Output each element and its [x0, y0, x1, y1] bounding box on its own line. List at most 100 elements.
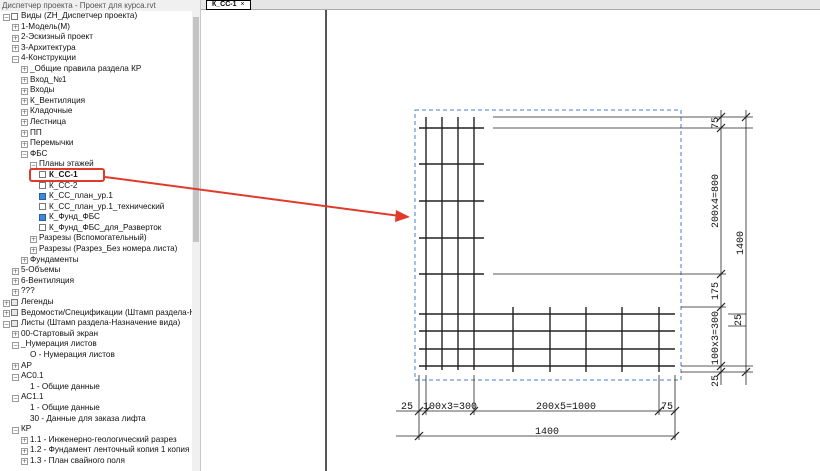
expand-icon[interactable]: +: [12, 288, 19, 296]
floor-plan-icon: [39, 192, 46, 200]
collapse-icon[interactable]: −: [12, 373, 19, 381]
highlight-box: [29, 168, 105, 182]
tree-item[interactable]: + Ведомости/Спецификации (Штамп раздела-Н…: [0, 308, 192, 319]
expand-icon[interactable]: +: [21, 66, 28, 74]
rebar-verticals-top: [425, 117, 475, 370]
collapse-icon[interactable]: −: [12, 426, 19, 434]
tree-item[interactable]: + АР: [0, 361, 192, 372]
tree-item[interactable]: К_Фунд_ФБС: [0, 212, 192, 223]
dim-bottom-total: 1400: [535, 427, 559, 438]
expand-icon[interactable]: +: [21, 108, 28, 116]
tree-item[interactable]: К_СС-2: [0, 181, 192, 192]
dim-bottom-200: 200х5=1000: [536, 402, 596, 413]
tree-item-label: Разрезы (Вспомогательный): [39, 233, 147, 243]
expand-icon[interactable]: +: [12, 267, 19, 275]
collapse-icon[interactable]: −: [12, 341, 19, 349]
crop-region[interactable]: [414, 109, 682, 381]
tree-item[interactable]: К_Фунд_ФБС_для_Разверток: [0, 223, 192, 234]
tree-item[interactable]: +1.1 - Инженерно-геологический разрез: [0, 435, 192, 446]
tree-item[interactable]: − АС1.1: [0, 392, 192, 403]
expand-icon[interactable]: +: [12, 363, 19, 371]
tree-item[interactable]: 1 - Общие данные: [0, 382, 192, 393]
tree-item[interactable]: + Вход_№1: [0, 75, 192, 86]
dim-bottom-100: 100х3=300: [423, 402, 477, 413]
tree-item[interactable]: +???: [0, 286, 192, 297]
tree-item[interactable]: + Разрезы (Разрез_Без номера листа): [0, 244, 192, 255]
tree-item[interactable]: +6-Вентиляция: [0, 276, 192, 287]
dim-right-175: 175: [711, 282, 722, 300]
browser-scrollbar-thumb[interactable]: [193, 17, 199, 242]
expand-icon[interactable]: +: [21, 257, 28, 265]
collapse-icon[interactable]: −: [3, 320, 10, 328]
drawing-canvas[interactable]: К_СС-1 × 75 200х4=800 1400 175 100х3=300…: [201, 0, 820, 471]
tree-item[interactable]: К_СС_план_ур.1_технический: [0, 202, 192, 213]
tree-item[interactable]: О - Нумерация листов: [0, 350, 192, 361]
tree-item[interactable]: − Листы (Штамп раздела-Назначение вида): [0, 318, 192, 329]
tree-item[interactable]: + Разрезы (Вспомогательный): [0, 233, 192, 244]
tree-item-label: К_Вентиляция: [30, 95, 86, 105]
tree-item[interactable]: 1 - Общие данные: [0, 403, 192, 414]
collapse-icon[interactable]: −: [3, 13, 10, 21]
expand-icon[interactable]: +: [30, 246, 37, 254]
tree-item[interactable]: +5-Объемы: [0, 265, 192, 276]
tree-item-label: 5-Объемы: [21, 265, 61, 275]
expand-icon[interactable]: +: [21, 458, 28, 466]
expand-icon[interactable]: +: [21, 447, 28, 455]
expand-icon[interactable]: +: [21, 119, 28, 127]
tree-item[interactable]: − АС0.1: [0, 371, 192, 382]
expand-icon[interactable]: +: [3, 299, 10, 307]
dim-right-mid: 200х4=800: [711, 174, 722, 228]
tree-item[interactable]: +1.3 - План свайного поля: [0, 456, 192, 467]
tree-item[interactable]: − ФБС: [0, 149, 192, 160]
expand-icon[interactable]: +: [21, 437, 28, 445]
browser-scrollbar[interactable]: [192, 11, 200, 471]
tree-item[interactable]: +2-Эскизный проект: [0, 32, 192, 43]
tree-item-label: ФБС: [30, 148, 48, 158]
expand-icon[interactable]: +: [12, 45, 19, 53]
expand-icon[interactable]: +: [12, 24, 19, 32]
expand-icon[interactable]: +: [12, 278, 19, 286]
tree-item[interactable]: + Лестница: [0, 117, 192, 128]
tree-item[interactable]: − _Нумерация листов: [0, 339, 192, 350]
tree-item-label: 4-Конструкции: [21, 53, 76, 63]
expand-icon[interactable]: +: [21, 77, 28, 85]
collapse-icon[interactable]: −: [12, 55, 19, 63]
expand-icon[interactable]: +: [12, 331, 19, 339]
expand-icon[interactable]: +: [30, 235, 37, 243]
tree-item-label: ???: [21, 286, 35, 296]
tree-item[interactable]: +1-Модель(М): [0, 22, 192, 33]
expand-icon[interactable]: +: [3, 310, 10, 318]
collapse-icon[interactable]: −: [21, 151, 28, 159]
tree-item-label: Кладочные: [30, 106, 73, 116]
tree-item[interactable]: − Виды (ZH_Диспетчер проекта): [0, 11, 192, 22]
tree-item[interactable]: + Легенды: [0, 297, 192, 308]
dim-right-25b: 25: [711, 375, 722, 387]
tree-item[interactable]: + Кладочные: [0, 106, 192, 117]
tree-item[interactable]: 30 - Данные для заказа лифта: [0, 414, 192, 425]
expand-icon[interactable]: +: [12, 34, 19, 42]
expand-icon[interactable]: +: [21, 98, 28, 106]
tree-item[interactable]: + _Общие правила раздела КР: [0, 64, 192, 75]
tree-item-label: АР: [21, 360, 32, 370]
tree-item[interactable]: − КР: [0, 424, 192, 435]
tree-item[interactable]: + К_Вентиляция: [0, 96, 192, 107]
collapse-icon[interactable]: −: [12, 394, 19, 402]
tree-item[interactable]: + ПП: [0, 128, 192, 139]
tree-item-label: 3-Архитектура: [21, 42, 76, 52]
expand-icon[interactable]: +: [21, 87, 28, 95]
tree-item-label: Фундаменты: [30, 254, 79, 264]
tree-item[interactable]: + Входы: [0, 85, 192, 96]
tree-item[interactable]: + Перемычки: [0, 138, 192, 149]
dim-bottom-75: 75: [661, 402, 673, 413]
tree-item[interactable]: +1.2 - Фундамент ленточный копия 1 копия…: [0, 445, 192, 456]
tree-item[interactable]: К_СС_план_ур.1: [0, 191, 192, 202]
tree-item-label: 00-Стартовый экран: [21, 328, 99, 338]
tree-item[interactable]: −4-Конструкции: [0, 53, 192, 64]
tree-item[interactable]: +3-Архитектура: [0, 43, 192, 54]
dimension-text-right: 75 200х4=800 1400 175 100х3=300 25 25: [711, 117, 747, 387]
expand-icon[interactable]: +: [21, 140, 28, 148]
tree-item-label: АС0.1: [21, 371, 44, 381]
expand-icon[interactable]: +: [21, 130, 28, 138]
tree-item[interactable]: + Фундаменты: [0, 255, 192, 266]
tree-item[interactable]: +00-Стартовый экран: [0, 329, 192, 340]
